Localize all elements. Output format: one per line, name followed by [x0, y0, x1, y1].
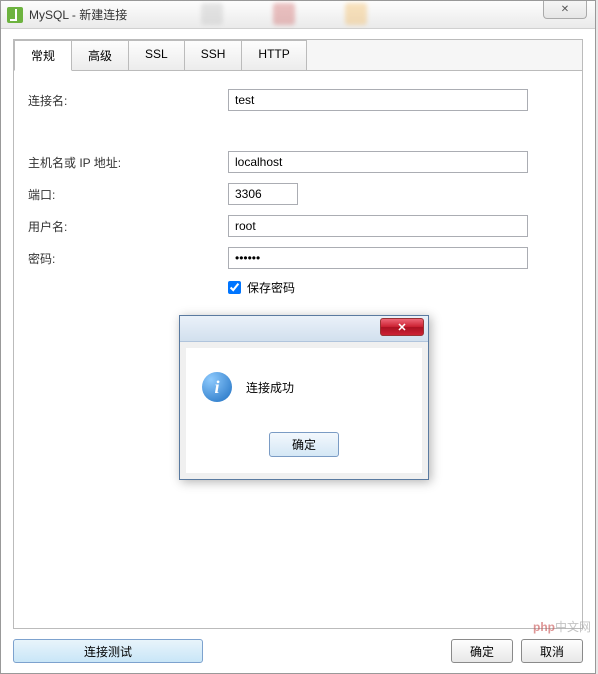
username-input[interactable]	[228, 215, 528, 237]
tab-ssl[interactable]: SSL	[128, 40, 185, 70]
cancel-button[interactable]: 取消	[521, 639, 583, 663]
app-icon	[7, 7, 23, 23]
port-label: 端口:	[28, 186, 228, 203]
row-password: 密码:	[28, 247, 568, 269]
modal-message: 连接成功	[246, 379, 294, 396]
tab-label: 高级	[88, 49, 112, 63]
tab-label: 常规	[31, 49, 55, 63]
tab-http[interactable]: HTTP	[241, 40, 306, 70]
button-label: 确定	[470, 645, 494, 659]
connection-name-input[interactable]	[228, 89, 528, 111]
row-username: 用户名:	[28, 215, 568, 237]
tab-content-general: 连接名: 主机名或 IP 地址: 端口: 用户名: 密码:	[14, 71, 582, 314]
row-port: 端口:	[28, 183, 568, 205]
save-password-checkbox[interactable]	[228, 281, 241, 294]
dialog-footer: 连接测试 确定 取消	[13, 639, 583, 663]
main-window: MySQL - 新建连接 ✕ 常规 高级 SSL SSH HTTP 连接名:	[0, 0, 596, 674]
password-input[interactable]	[228, 247, 528, 269]
row-host: 主机名或 IP 地址:	[28, 151, 568, 173]
modal-footer: 确定	[186, 420, 422, 473]
tab-general[interactable]: 常规	[14, 40, 72, 71]
button-label: 连接测试	[84, 645, 132, 659]
tab-label: SSH	[201, 47, 226, 61]
button-label: 确定	[292, 438, 316, 452]
modal-close-button[interactable]: ✕	[380, 318, 424, 336]
row-connection-name: 连接名:	[28, 89, 568, 111]
ok-button[interactable]: 确定	[451, 639, 513, 663]
tab-label: SSL	[145, 47, 168, 61]
button-label: 取消	[540, 645, 564, 659]
background-icons	[201, 3, 367, 25]
message-dialog: ✕ i 连接成功 确定	[179, 315, 429, 480]
tab-strip: 常规 高级 SSL SSH HTTP	[14, 40, 582, 71]
connection-name-label: 连接名:	[28, 92, 228, 109]
footer-right: 确定 取消	[451, 639, 583, 663]
window-close-button[interactable]: ✕	[543, 1, 587, 19]
test-connection-button[interactable]: 连接测试	[13, 639, 203, 663]
tab-label: HTTP	[258, 47, 289, 61]
host-input[interactable]	[228, 151, 528, 173]
modal-body: i 连接成功	[186, 348, 422, 420]
info-icon: i	[202, 372, 232, 402]
tab-advanced[interactable]: 高级	[71, 40, 129, 70]
close-icon: ✕	[397, 321, 406, 334]
close-icon: ✕	[561, 4, 569, 15]
window-title: MySQL - 新建连接	[29, 6, 127, 23]
password-label: 密码:	[28, 250, 228, 267]
host-label: 主机名或 IP 地址:	[28, 154, 228, 171]
modal-ok-button[interactable]: 确定	[269, 432, 339, 457]
port-input[interactable]	[228, 183, 298, 205]
row-save-password: 保存密码	[228, 279, 568, 296]
titlebar: MySQL - 新建连接 ✕	[1, 1, 595, 29]
save-password-label: 保存密码	[247, 279, 295, 296]
modal-titlebar: ✕	[180, 316, 428, 342]
username-label: 用户名:	[28, 218, 228, 235]
tab-ssh[interactable]: SSH	[184, 40, 243, 70]
